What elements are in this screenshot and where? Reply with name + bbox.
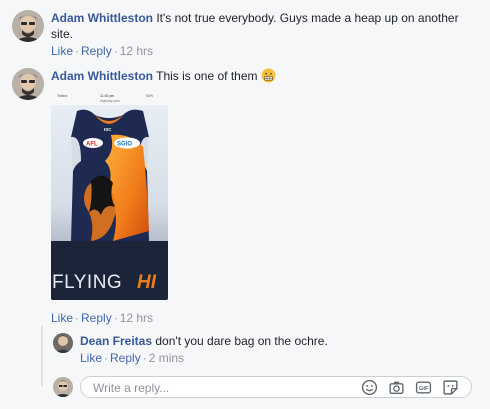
- reply-actions: Like · Reply · 2 mins: [80, 351, 184, 365]
- jersey-sponsor-right: SGIO: [117, 142, 132, 148]
- emoji-icon[interactable]: [361, 379, 378, 396]
- reply-link[interactable]: Reply: [81, 44, 112, 58]
- comment-actions: Like · Reply · 12 hrs: [51, 311, 153, 325]
- avatar[interactable]: [53, 333, 73, 353]
- timestamp[interactable]: 12 hrs: [120, 44, 153, 58]
- like-link[interactable]: Like: [51, 44, 73, 58]
- comment-text: It's not true everybody. Guys made a hea…: [156, 11, 459, 25]
- camera-icon[interactable]: [388, 379, 405, 396]
- status-carrier: Telstra: [57, 94, 67, 98]
- comment-body: Adam Whittleston This is one of them: [51, 68, 481, 84]
- avatar[interactable]: [12, 68, 44, 100]
- comment-text: This is one of them: [156, 69, 258, 83]
- like-link[interactable]: Like: [51, 311, 73, 325]
- comment-body: Adam Whittleston It's not true everybody…: [51, 10, 481, 42]
- separator: ·: [113, 311, 118, 325]
- sticker-icon[interactable]: [442, 379, 459, 396]
- separator: ·: [75, 44, 80, 58]
- comment-text-continued: site.: [51, 27, 74, 41]
- reply-composer[interactable]: GIF: [80, 376, 472, 398]
- comment-actions: Like · Reply · 12 hrs: [51, 44, 153, 58]
- timestamp[interactable]: 12 hrs: [120, 311, 153, 325]
- browser-url: bigfooty.com: [100, 99, 120, 103]
- separator: ·: [142, 351, 147, 365]
- status-time: 11:40 pm: [100, 94, 114, 98]
- comment-photo[interactable]: Telstra 11:40 pm 54% bigfooty.com ISC AF…: [51, 91, 168, 300]
- reply-body: Dean Freitas don't you dare bag on the o…: [80, 333, 480, 349]
- separator: ·: [113, 44, 118, 58]
- avatar[interactable]: [12, 10, 44, 42]
- separator: ·: [104, 351, 109, 365]
- jersey-sponsor-left: AFL: [86, 142, 98, 148]
- grimacing-face-icon: [261, 68, 276, 83]
- comment-author[interactable]: Adam Whittleston: [51, 69, 153, 83]
- reply-input[interactable]: [93, 380, 353, 395]
- reply-link[interactable]: Reply: [81, 311, 112, 325]
- like-link[interactable]: Like: [80, 351, 102, 365]
- gif-icon[interactable]: GIF: [415, 379, 432, 396]
- reply-author[interactable]: Dean Freitas: [80, 334, 152, 348]
- reply-link[interactable]: Reply: [110, 351, 141, 365]
- comment-author[interactable]: Adam Whittleston: [51, 11, 153, 25]
- avatar[interactable]: [53, 377, 73, 397]
- photo-caption-white: FLYING: [52, 272, 122, 293]
- svg-text:GIF: GIF: [419, 386, 429, 392]
- timestamp[interactable]: 2 mins: [149, 351, 184, 365]
- jersey-brand: ISC: [104, 127, 112, 132]
- separator: ·: [75, 311, 80, 325]
- thread-line: [41, 326, 43, 386]
- reply-text: don't you dare bag on the ochre.: [155, 334, 328, 348]
- status-battery: 54%: [146, 94, 153, 98]
- photo-caption-orange: HI: [137, 272, 157, 293]
